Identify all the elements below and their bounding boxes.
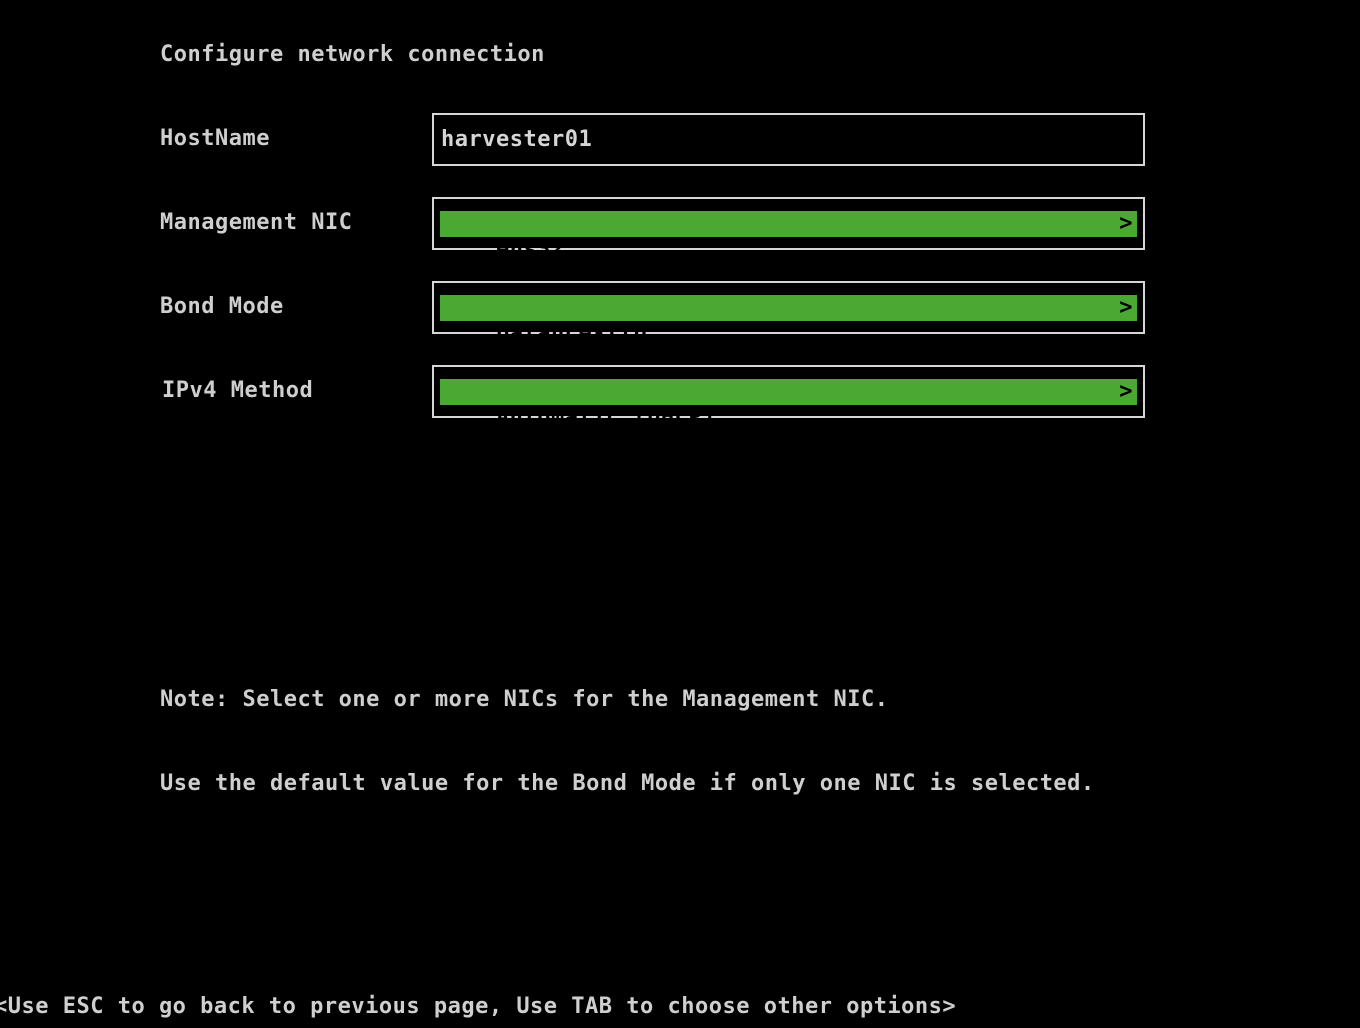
bond-mode-value: balance-tlb — [495, 321, 648, 346]
chevron-right-icon: > — [1119, 379, 1133, 404]
ipv4-method-label: IPv4 Method — [162, 378, 314, 403]
hostname-label: HostName — [160, 126, 270, 151]
management-nic-label: Management NIC — [160, 210, 353, 235]
ipv4-method-select[interactable]: Automatic (DHCP) > — [432, 365, 1145, 430]
ipv4-method-value: Automatic (DHCP) — [495, 405, 716, 430]
hostname-input[interactable]: harvester01 — [432, 113, 1145, 166]
bond-mode-label: Bond Mode — [160, 294, 284, 319]
chevron-right-icon: > — [1119, 295, 1133, 320]
management-nic-select[interactable]: ens32 > — [432, 197, 1145, 262]
keyboard-hint: <Use ESC to go back to previous page, Us… — [0, 994, 957, 1019]
chevron-right-icon: > — [1119, 211, 1133, 236]
help-note-line-2: Use the default value for the Bond Mode … — [160, 771, 1095, 796]
help-note-line-1: Note: Select one or more NICs for the Ma… — [160, 687, 889, 712]
page-title: Configure network connection — [160, 42, 545, 67]
hostname-value: harvester01 — [441, 127, 593, 152]
management-nic-value: ens32 — [495, 237, 565, 262]
help-note: Note: Select one or more NICs for the Ma… — [160, 630, 1095, 826]
bond-mode-select[interactable]: balance-tlb > — [432, 281, 1145, 346]
